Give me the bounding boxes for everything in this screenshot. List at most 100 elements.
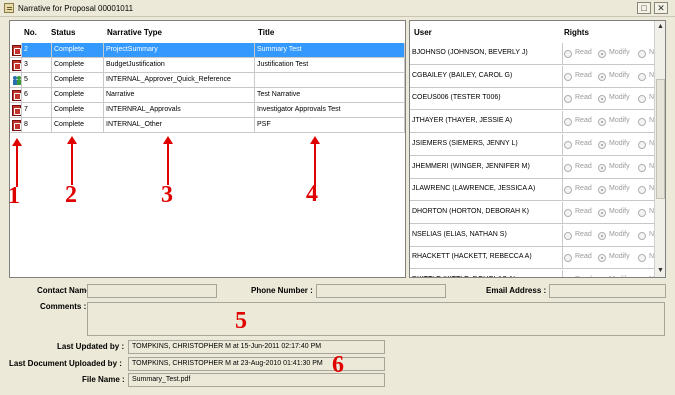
rights-modify-radio[interactable]	[598, 231, 606, 240]
row-icon-cell[interactable]	[10, 88, 22, 103]
column-user[interactable]: User	[414, 28, 432, 37]
last-updated-value: TOMPKINS, CHRISTOPHER M at 15-Jun-2011 0…	[128, 340, 385, 354]
rights-none-radio[interactable]	[638, 186, 646, 195]
rights-read-label: Read	[575, 49, 592, 56]
user-row: JLAWRENC (LAWRENCE, JESSICA A) Read Modify…	[410, 179, 658, 202]
rights-modify-label: Modify	[609, 139, 630, 147]
rights-modify-radio[interactable]	[598, 254, 606, 263]
last-updated-label: Last Updated by :	[57, 342, 125, 351]
rights-read-radio[interactable]	[564, 277, 572, 278]
rights-modify-radio[interactable]	[598, 72, 606, 81]
people-icon[interactable]	[12, 75, 21, 86]
user-name: RHACKETT (HACKETT, REBECCA A)	[412, 253, 532, 261]
table-row[interactable]: 2 Complete ProjectSummary Summary Test	[10, 43, 410, 58]
rights-none-radio[interactable]	[638, 72, 646, 81]
rights-read-radio[interactable]	[564, 72, 572, 81]
rights-none-radio[interactable]	[638, 231, 646, 240]
close-button[interactable]: ✕	[654, 2, 668, 14]
rights-read-radio[interactable]	[564, 118, 572, 127]
user-rights-scrollbar[interactable]: ▲ ▼	[654, 21, 665, 277]
rights-read-radio[interactable]	[564, 140, 572, 149]
email-address-field[interactable]	[549, 284, 666, 298]
rights-none-radio[interactable]	[638, 208, 646, 217]
row-title: Investigator Approvals Test	[255, 103, 405, 118]
phone-number-field[interactable]	[316, 284, 446, 298]
row-no: 7	[22, 103, 52, 118]
phone-number-label: Phone Number :	[251, 286, 313, 295]
column-rights[interactable]: Rights	[564, 28, 589, 37]
column-status[interactable]: Status	[51, 28, 75, 37]
rights-modify-label: Modify	[609, 253, 630, 261]
narrative-table: No. Status Narrative Type Title 2 Complet…	[9, 20, 406, 278]
rights-modify-label: Modify	[609, 49, 630, 56]
comments-field[interactable]	[87, 302, 665, 336]
column-divider	[562, 224, 563, 247]
rights-modify-label: Modify	[609, 71, 630, 79]
row-status: Complete	[52, 103, 104, 118]
rights-read-radio[interactable]	[564, 231, 572, 240]
rights-modify-radio[interactable]	[598, 118, 606, 127]
column-title[interactable]: Title	[258, 28, 274, 37]
row-icon-cell[interactable]	[10, 118, 22, 133]
table-row[interactable]: 8 Complete INTERNAL_Other PSF	[10, 118, 410, 133]
table-row[interactable]: 3 Complete BudgetJustification Justificatio…	[10, 58, 410, 73]
file-name-label: File Name :	[82, 375, 125, 384]
rights-modify-radio[interactable]	[598, 95, 606, 104]
pdf-icon[interactable]	[12, 45, 21, 56]
scroll-up-icon[interactable]: ▲	[655, 21, 665, 32]
rights-read-radio[interactable]	[564, 254, 572, 263]
rights-none-radio[interactable]	[638, 118, 646, 127]
row-icon-cell[interactable]	[10, 58, 22, 73]
row-title	[255, 73, 405, 88]
rights-modify-radio[interactable]	[598, 50, 606, 58]
rights-read-radio[interactable]	[564, 163, 572, 172]
rights-read-radio[interactable]	[564, 50, 572, 58]
maximize-button[interactable]: □	[637, 2, 651, 14]
rights-read-label: Read	[575, 94, 592, 102]
row-icon-cell[interactable]	[10, 43, 22, 58]
annotation-arrow-2	[67, 136, 77, 185]
table-row[interactable]: 5 Complete INTERNAL_Approver_Quick_Referen…	[10, 73, 410, 88]
rights-read-label: Read	[575, 117, 592, 125]
column-divider	[562, 179, 563, 202]
rights-modify-radio[interactable]	[598, 208, 606, 217]
rights-modify-radio[interactable]	[598, 140, 606, 149]
column-narrative-type[interactable]: Narrative Type	[107, 28, 162, 37]
rights-none-radio[interactable]	[638, 254, 646, 263]
rights-none-radio[interactable]	[638, 50, 646, 58]
rights-read-label: Read	[575, 230, 592, 238]
scroll-down-icon[interactable]: ▼	[655, 265, 665, 276]
rights-none-radio[interactable]	[638, 140, 646, 149]
user-name: BJOHNSO (JOHNSON, BEVERLY J)	[412, 49, 528, 56]
row-no: 2	[22, 43, 52, 58]
row-icon-cell[interactable]	[10, 103, 22, 118]
column-divider	[562, 201, 563, 224]
column-divider	[562, 111, 563, 134]
rights-read-radio[interactable]	[564, 208, 572, 217]
rights-modify-radio[interactable]	[598, 277, 606, 278]
contact-name-field[interactable]	[87, 284, 217, 298]
rights-none-radio[interactable]	[638, 277, 646, 278]
pdf-icon[interactable]	[12, 120, 21, 131]
pdf-icon[interactable]	[12, 105, 21, 116]
table-row[interactable]: 7 Complete INTERNRAL_Approvals Investigator…	[10, 103, 410, 118]
pdf-icon[interactable]	[12, 90, 21, 101]
user-row: DHORTON (HORTON, DEBORAH K)ReadModifyNe	[410, 201, 658, 224]
row-status: Complete	[52, 118, 104, 133]
column-divider	[562, 156, 563, 179]
rights-none-radio[interactable]	[638, 163, 646, 172]
user-name: COEUS006 (TESTER T006)	[412, 94, 501, 102]
rights-modify-radio[interactable]	[598, 186, 606, 195]
rights-read-label: Read	[575, 207, 592, 215]
rights-none-radio[interactable]	[638, 95, 646, 104]
row-narrative-type: INTERNRAL_Approvals	[104, 103, 255, 118]
scroll-thumb[interactable]	[656, 79, 665, 199]
comments-label: Comments :	[40, 302, 87, 311]
column-no[interactable]: No.	[24, 28, 37, 37]
rights-modify-radio[interactable]	[598, 163, 606, 172]
table-row[interactable]: 6 Complete Narrative Test Narrative	[10, 88, 410, 103]
row-icon-cell[interactable]	[10, 73, 22, 88]
rights-read-radio[interactable]	[564, 95, 572, 104]
rights-read-radio[interactable]	[564, 186, 572, 195]
pdf-icon[interactable]	[12, 60, 21, 71]
